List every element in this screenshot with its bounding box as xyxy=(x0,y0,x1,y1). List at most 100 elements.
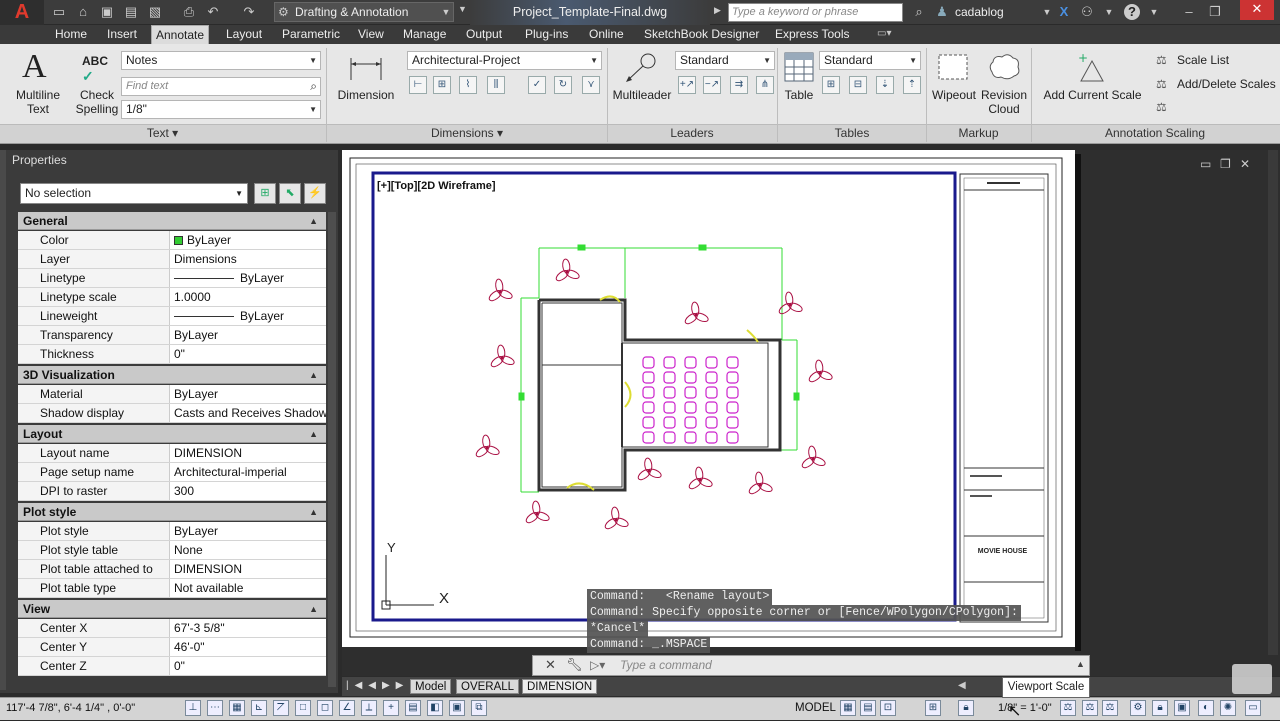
selection-cycling-icon[interactable]: ⧉ xyxy=(471,700,487,716)
property-row[interactable]: Plot style ByLayer xyxy=(18,522,326,541)
chevron-right-icon[interactable]: ▶ xyxy=(714,5,721,16)
snap-mode-icon[interactable]: ⋯ xyxy=(207,700,223,716)
property-row[interactable]: Transparency ByLayer xyxy=(18,326,326,345)
ortho-mode-icon[interactable]: ⊾ xyxy=(251,700,267,716)
property-value[interactable]: 300 xyxy=(171,482,326,500)
polar-tracking-icon[interactable]: ⦢ xyxy=(273,700,289,716)
annotation-scaling-panel-title[interactable]: Annotation Scaling xyxy=(1032,125,1278,142)
check-spelling-icon[interactable]: ABC ✓ xyxy=(82,54,108,85)
hardware-acceleration-icon[interactable]: ▣ xyxy=(1174,700,1190,716)
layout-tab-dimension[interactable]: DIMENSION xyxy=(522,679,598,694)
section-header-view[interactable]: View ▲ xyxy=(18,600,326,618)
upload-to-source-icon[interactable]: ⇡ xyxy=(903,76,921,94)
table-style-dropdown[interactable]: Standard ▼ xyxy=(819,51,921,70)
restore-drawing-icon[interactable]: ❐ xyxy=(1220,157,1231,171)
section-header-plot-style[interactable]: Plot style ▲ xyxy=(18,503,326,521)
tab-layout[interactable]: Layout xyxy=(222,25,266,44)
property-row[interactable]: Layout name DIMENSION xyxy=(18,444,326,463)
property-value[interactable]: Not available xyxy=(171,579,326,597)
properties-scrollbar[interactable] xyxy=(328,212,336,687)
quick-select-icon[interactable]: ⚡ xyxy=(304,183,326,204)
qat-menu-icon[interactable]: ▼ xyxy=(458,4,467,14)
sync-scale-positions-icon[interactable]: ⚖ xyxy=(1156,100,1167,114)
annotation-visibility-icon[interactable]: ⚖ xyxy=(1060,700,1076,716)
save-icon[interactable]: ▣ xyxy=(98,3,116,21)
property-value[interactable]: ByLayer xyxy=(171,522,326,540)
multileader-icon[interactable] xyxy=(624,52,658,84)
tab-annotate[interactable]: Annotate xyxy=(151,25,210,44)
link-data-icon[interactable]: ⊞ xyxy=(822,76,840,94)
property-value[interactable]: DIMENSION xyxy=(171,560,326,578)
section-header-general[interactable]: General ▲ xyxy=(18,212,326,230)
property-row[interactable]: Lineweight ByLayer xyxy=(18,307,326,326)
collapse-icon[interactable]: ▲ xyxy=(309,600,318,618)
clean-screen-icon[interactable]: ▭ xyxy=(1245,700,1261,716)
multileader-style-dropdown[interactable]: Standard ▼ xyxy=(675,51,775,70)
property-value[interactable]: ByLayer xyxy=(171,231,326,249)
update-icon[interactable]: ↻ xyxy=(554,76,572,94)
property-value[interactable]: ByLayer xyxy=(171,385,326,403)
chevron-down-icon[interactable]: ▼ xyxy=(438,2,454,22)
quick-properties-icon[interactable]: ▣ xyxy=(449,700,465,716)
infer-constraints-icon[interactable]: ⊥ xyxy=(185,700,201,716)
annotation-scale-icon[interactable]: ⚖ xyxy=(1102,700,1118,716)
viewport-scale[interactable]: 1/8" = 1'-0" xyxy=(998,702,1052,714)
binoculars-icon[interactable]: ⌕ xyxy=(910,3,928,21)
property-value[interactable]: 0" xyxy=(171,345,326,363)
restore-icon[interactable]: ❐ xyxy=(1206,3,1224,21)
add-current-scale-button[interactable]: Add Current Scale xyxy=(1040,88,1145,102)
dimension-icon[interactable] xyxy=(348,52,384,82)
object-snap-tracking-icon[interactable]: ∠ xyxy=(339,700,355,716)
find-replace-icon[interactable]: ⌕ xyxy=(310,78,317,95)
minimize-drawing-icon[interactable]: ▭ xyxy=(1200,157,1211,171)
quick-view-layouts-icon[interactable]: ▦ xyxy=(840,700,856,716)
leaders-panel-title[interactable]: Leaders xyxy=(608,125,776,142)
select-objects-icon[interactable]: ⬉ xyxy=(279,183,301,204)
find-text-input[interactable]: Find text ⌕ xyxy=(121,77,321,96)
property-row[interactable]: Linetype scale 1.0000 xyxy=(18,288,326,307)
property-value[interactable]: 1.0000 xyxy=(171,288,326,306)
collapse-icon[interactable]: ▲ xyxy=(309,366,318,384)
property-value[interactable]: Dimensions xyxy=(171,250,326,268)
grid-display-icon[interactable]: ▦ xyxy=(229,700,245,716)
property-value[interactable]: 67'-3 5/8" xyxy=(171,619,326,637)
undo-icon[interactable]: ↶ xyxy=(204,3,222,21)
section-header-layout[interactable]: Layout ▲ xyxy=(18,425,326,443)
property-value[interactable]: ByLayer xyxy=(171,269,326,287)
property-row[interactable]: Page setup name Architectural-imperial xyxy=(18,463,326,482)
property-row[interactable]: Center Y 46'-0" xyxy=(18,638,326,657)
viewport-controls[interactable]: [+][Top][2D Wireframe] xyxy=(377,180,496,192)
collect-leaders-icon[interactable]: ⋔ xyxy=(756,76,774,94)
maximize-viewport-icon[interactable]: ⊡ xyxy=(880,700,896,716)
layout-tab-navigation-icons[interactable]: |◀◀▶▶| xyxy=(346,680,418,691)
align-leaders-icon[interactable]: ⇉ xyxy=(730,76,748,94)
viewport-lock-icon[interactable]: ⊞ xyxy=(925,700,941,716)
command-history-toggle-icon[interactable]: ▲ xyxy=(1076,659,1085,669)
lightbulb-icon[interactable]: ✺ xyxy=(1220,700,1236,716)
property-value[interactable]: 46'-0" xyxy=(171,638,326,656)
adjust-space-icon[interactable]: ⫼ xyxy=(487,76,505,94)
text-panel-title[interactable]: Text ▾ xyxy=(0,125,325,142)
property-value[interactable]: ByLayer xyxy=(171,307,326,325)
command-line[interactable] xyxy=(532,655,1090,676)
properties-title[interactable]: Properties xyxy=(0,150,338,170)
add-delete-scales-icon[interactable]: ⚖ xyxy=(1156,77,1167,91)
close-drawing-icon[interactable]: ✕ xyxy=(1240,157,1250,171)
customize-wrench-icon[interactable]: 🔧︎ xyxy=(566,657,583,673)
redo-icon[interactable]: ↷ xyxy=(240,3,258,21)
close-icon[interactable]: ✕ xyxy=(1240,0,1274,20)
wipeout-button[interactable]: Wipeout xyxy=(928,88,980,102)
section-header-3d-visualization[interactable]: 3D Visualization ▲ xyxy=(18,366,326,384)
tab-manage[interactable]: Manage xyxy=(399,25,450,44)
auto-scale-icon[interactable]: ⚖ xyxy=(1082,700,1098,716)
property-row[interactable]: Linetype ByLayer xyxy=(18,269,326,288)
connect-menu-chevron-icon[interactable]: ▼ xyxy=(1100,3,1118,21)
property-row[interactable]: Material ByLayer xyxy=(18,385,326,404)
vertical-scrollbar[interactable] xyxy=(1268,150,1278,655)
dimensions-panel-title[interactable]: Dimensions ▾ xyxy=(327,125,607,142)
isolate-objects-icon[interactable]: ◐ xyxy=(1198,700,1214,716)
download-from-source-icon[interactable]: ⇣ xyxy=(876,76,894,94)
inspect-icon[interactable]: ✓ xyxy=(528,76,546,94)
property-value[interactable]: Architectural-imperial xyxy=(171,463,326,481)
property-row[interactable]: DPI to raster 300 xyxy=(18,482,326,501)
